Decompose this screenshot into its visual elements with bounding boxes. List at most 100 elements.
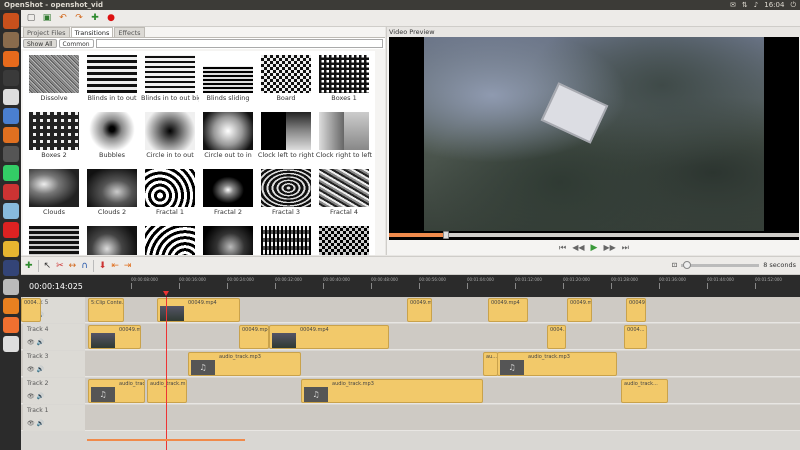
transition-item[interactable]: Boxes 1: [315, 51, 373, 108]
rewind-icon[interactable]: ◀◀: [572, 243, 584, 252]
tab-transitions[interactable]: Transitions: [70, 27, 114, 37]
settings-icon[interactable]: [2, 260, 19, 276]
transition-item[interactable]: Fractal 2: [199, 165, 257, 222]
app-icon[interactable]: [2, 241, 19, 257]
blender-icon[interactable]: [2, 127, 19, 143]
add-track-icon[interactable]: ✚: [25, 261, 33, 271]
transition-item[interactable]: Clouds 2: [83, 165, 141, 222]
writer-icon[interactable]: [2, 108, 19, 124]
seek-bar[interactable]: [389, 231, 799, 239]
zoom-slider[interactable]: [681, 260, 760, 269]
track-visibility-audio-icons[interactable]: 👁 🔊: [27, 393, 44, 400]
track-visibility-audio-icons[interactable]: 👁 🔊: [27, 366, 44, 373]
track-row[interactable]: Track 2 👁 🔊 ♫ audio_track... audio_track.m..…: [21, 378, 800, 404]
timeline-clip[interactable]: 00049.mp4: [567, 298, 592, 322]
track-header[interactable]: Track 3 👁 🔊: [23, 351, 85, 377]
transition-item[interactable]: Clock left to right: [257, 108, 315, 165]
transition-item[interactable]: [25, 222, 83, 255]
transition-item[interactable]: Bubbles: [83, 108, 141, 165]
common-button[interactable]: Common: [58, 39, 94, 48]
shop-icon[interactable]: [2, 184, 19, 200]
timeline-clip[interactable]: 00049.mp4: [488, 298, 528, 322]
tab-effects[interactable]: Effects: [114, 27, 145, 37]
track-row[interactable]: Track 4 👁 🔊 00049.mp4 00049.mp4 00049.mp4 000…: [21, 324, 800, 350]
new-project-icon[interactable]: ▢: [25, 12, 37, 24]
track-row[interactable]: Track 5👁 🔊5:Clip Conte...00049.mp400049.…: [21, 297, 800, 323]
record-icon[interactable]: [2, 222, 19, 238]
transition-item[interactable]: Fractal 4: [315, 165, 373, 222]
power-icon[interactable]: ⏻: [790, 1, 796, 10]
jump-start-icon[interactable]: ⏮: [559, 243, 566, 253]
dash-icon[interactable]: [2, 13, 19, 29]
shotwell-icon[interactable]: [2, 317, 19, 333]
razor-tool-icon[interactable]: ✂: [56, 261, 64, 271]
timeline-clip[interactable]: 0004...: [624, 325, 647, 349]
transition-item[interactable]: Blinds in to out: [83, 51, 141, 108]
trash-icon[interactable]: [2, 336, 19, 352]
transition-item[interactable]: Boxes 2: [25, 108, 83, 165]
timeline-clip[interactable]: 00049.mp4: [626, 298, 646, 322]
track-header[interactable]: Track 2 👁 🔊: [23, 378, 85, 404]
show-all-button[interactable]: Show All: [23, 39, 57, 48]
camera-icon[interactable]: [2, 203, 19, 219]
editor-icon[interactable]: [2, 146, 19, 162]
playhead-marker[interactable]: [163, 291, 169, 296]
time-ruler[interactable]: 00:00:08:000 00:00:16:000 00:00:24:000 00:0…: [87, 275, 800, 295]
transition-item[interactable]: [141, 222, 199, 255]
timeline-scrollbar[interactable]: [87, 439, 245, 441]
jump-end-icon[interactable]: ⏭: [622, 243, 629, 253]
timeline-clip[interactable]: 00049.mp4: [88, 325, 141, 349]
previous-marker-icon[interactable]: ⇤: [111, 261, 119, 271]
tab-project-files[interactable]: Project Files: [23, 27, 70, 37]
filter-input[interactable]: [95, 39, 383, 48]
sound-icon[interactable]: ♪: [754, 1, 758, 9]
timeline-clip[interactable]: 00049.mp4: [157, 298, 240, 322]
firefox-icon[interactable]: [2, 51, 19, 67]
files-icon[interactable]: [2, 32, 19, 48]
chart-icon[interactable]: [2, 165, 19, 181]
save-project-icon[interactable]: ▣: [41, 12, 53, 24]
timeline-clip[interactable]: ♫ audio_track.mp3: [301, 379, 483, 403]
timeline-clip[interactable]: audio_track.m...: [147, 379, 187, 403]
timeline-clip[interactable]: 00049.mp4: [407, 298, 432, 322]
transition-item[interactable]: Circle in to out: [141, 108, 199, 165]
document-icon[interactable]: [2, 89, 19, 105]
transition-item[interactable]: Board: [257, 51, 315, 108]
transition-item[interactable]: Clock right to left: [315, 108, 373, 165]
track-row[interactable]: Track 3 👁 🔊 ♫ audio_track.mp3 au... ♫ audio_tr…: [21, 351, 800, 377]
timeline-clip[interactable]: au...: [483, 352, 498, 376]
mail-icon[interactable]: ✉: [730, 1, 736, 9]
transition-item[interactable]: Clouds: [25, 165, 83, 222]
transition-item[interactable]: Blinds in to out big: [141, 51, 199, 108]
add-files-icon[interactable]: ✚: [89, 12, 101, 24]
timeline-clip[interactable]: 00049.mp4: [239, 325, 269, 349]
resize-tool-icon[interactable]: ↔: [69, 261, 77, 271]
timeline-clip[interactable]: ♫ audio_track.mp3: [497, 352, 617, 376]
track-visibility-audio-icons[interactable]: 👁 🔊: [27, 420, 44, 427]
next-marker-icon[interactable]: ⇥: [124, 261, 132, 271]
track-header[interactable]: Track 4 👁 🔊: [23, 324, 85, 350]
marker-icon[interactable]: ⬇: [99, 261, 107, 271]
transition-item[interactable]: Dissolve: [25, 51, 83, 108]
terminal-icon[interactable]: [2, 70, 19, 86]
timeline-clip[interactable]: ♫ audio_track.mp3: [188, 352, 301, 376]
zoom-handle[interactable]: [683, 260, 692, 269]
timeline-clip[interactable]: audio_track...: [621, 379, 668, 403]
track-row[interactable]: Track 1 👁 🔊: [21, 405, 800, 431]
transition-item[interactable]: [199, 222, 257, 255]
transition-item[interactable]: Blinds sliding: [199, 51, 257, 108]
playhead[interactable]: [166, 297, 167, 450]
transition-item[interactable]: [257, 222, 315, 255]
seek-handle[interactable]: [443, 231, 450, 239]
timeline-clip[interactable]: 0004...: [21, 298, 41, 322]
timeline-clip[interactable]: ♫ audio_track...: [88, 379, 145, 403]
openshot-icon[interactable]: [2, 279, 19, 295]
fast-forward-icon[interactable]: ▶▶: [603, 243, 615, 252]
select-tool-icon[interactable]: ↖: [44, 261, 52, 271]
network-icon[interactable]: ⇅: [742, 1, 748, 9]
vlc-icon[interactable]: [2, 298, 19, 314]
undo-icon[interactable]: ↶: [57, 12, 69, 24]
export-icon[interactable]: ●: [105, 12, 117, 24]
track-visibility-audio-icons[interactable]: 👁 🔊: [27, 339, 44, 346]
play-icon[interactable]: ▶: [591, 243, 598, 253]
